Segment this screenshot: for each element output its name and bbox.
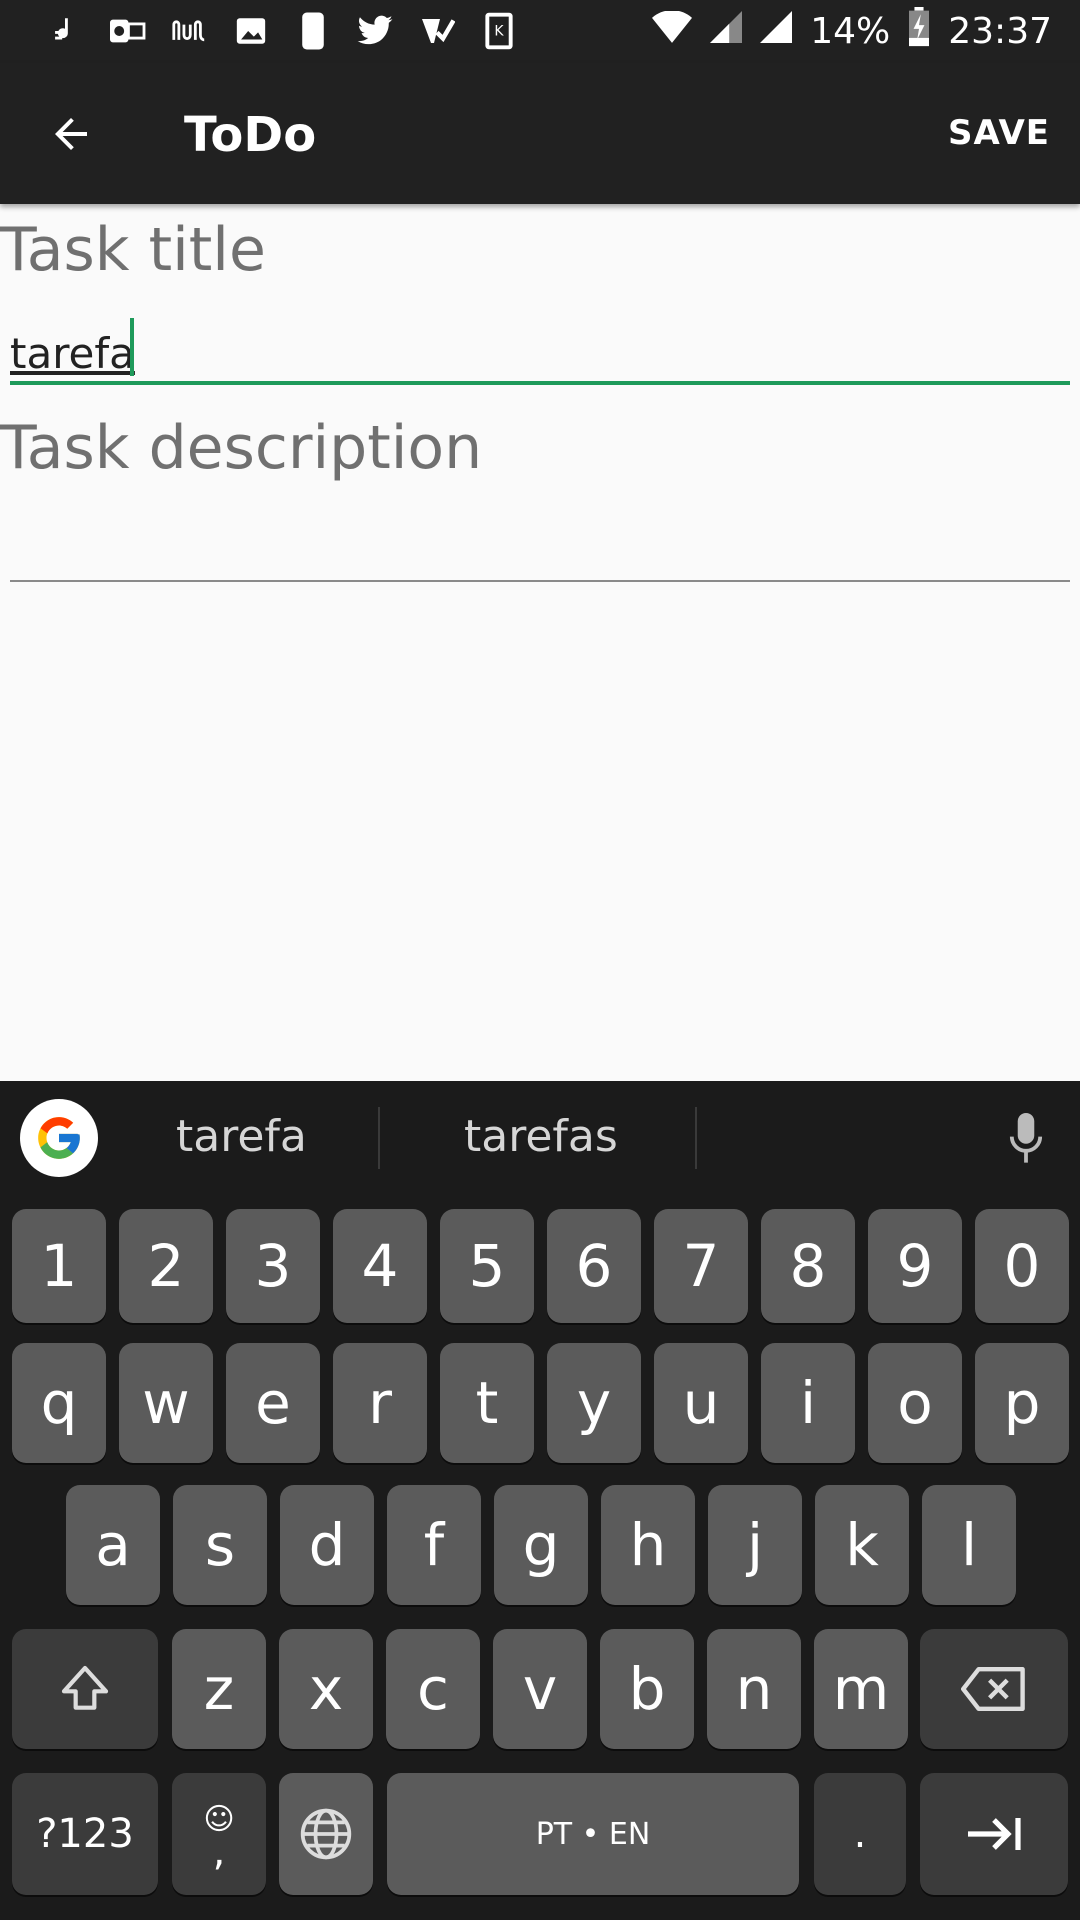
- key-digit[interactable]: 7: [654, 1209, 748, 1323]
- clock: 23:37: [948, 11, 1052, 52]
- task-description-underline: [10, 580, 1070, 582]
- save-button[interactable]: SAVE: [948, 113, 1050, 153]
- key-x[interactable]: x: [279, 1629, 373, 1749]
- key-a[interactable]: a: [66, 1485, 160, 1605]
- key-t[interactable]: t: [440, 1343, 534, 1463]
- key-digit[interactable]: 9: [868, 1209, 962, 1323]
- task-title-underline: [10, 381, 1070, 385]
- key-g[interactable]: g: [494, 1485, 588, 1605]
- key-b[interactable]: b: [600, 1629, 694, 1749]
- key-h[interactable]: h: [601, 1485, 695, 1605]
- key-digit[interactable]: 8: [761, 1209, 855, 1323]
- key-z[interactable]: z: [172, 1629, 266, 1749]
- backspace-key[interactable]: [920, 1629, 1068, 1749]
- nubank-icon: [170, 12, 208, 50]
- status-bar: K 14% 23:37: [0, 0, 1080, 63]
- signal-icon: [710, 11, 743, 52]
- shift-icon: [61, 1665, 109, 1710]
- status-right: 14% 23:37: [652, 0, 1052, 63]
- key-o[interactable]: o: [868, 1343, 962, 1463]
- outlook-icon: [108, 12, 146, 50]
- soft-keyboard: tarefa tarefas 1234567890 qwertyuiop asd…: [0, 1081, 1080, 1920]
- key-u[interactable]: u: [654, 1343, 748, 1463]
- language-key[interactable]: [279, 1773, 373, 1895]
- key-l[interactable]: l: [922, 1485, 1016, 1605]
- key-j[interactable]: j: [708, 1485, 802, 1605]
- key-k[interactable]: k: [815, 1485, 909, 1605]
- key-w[interactable]: w: [119, 1343, 213, 1463]
- key-digit[interactable]: 1: [12, 1209, 106, 1323]
- key-digit[interactable]: 4: [333, 1209, 427, 1323]
- page-title: ToDo: [184, 107, 317, 163]
- comma-label: ,: [212, 1828, 226, 1875]
- globe-icon: [300, 1808, 352, 1860]
- arrow-back-icon: [55, 118, 87, 150]
- key-f[interactable]: f: [387, 1485, 481, 1605]
- google-icon[interactable]: [20, 1099, 98, 1177]
- notification-icons: K: [46, 8, 518, 54]
- key-y[interactable]: y: [547, 1343, 641, 1463]
- twitter-icon: [356, 12, 394, 50]
- suggestion-bar: tarefa tarefas: [0, 1081, 1080, 1196]
- key-p[interactable]: p: [975, 1343, 1069, 1463]
- task-description-input[interactable]: [10, 510, 1070, 580]
- space-key[interactable]: PT • EN: [387, 1773, 799, 1895]
- svg-text:K: K: [494, 24, 504, 40]
- wifi-icon: [652, 10, 693, 52]
- task-title-label: Task title: [0, 215, 266, 285]
- text-cursor: [130, 318, 134, 376]
- key-r[interactable]: r: [333, 1343, 427, 1463]
- symbols-key[interactable]: ?123: [12, 1773, 158, 1895]
- battery-charging-icon: [908, 7, 930, 56]
- key-d[interactable]: d: [280, 1485, 374, 1605]
- music-note-icon: [46, 12, 84, 50]
- key-digit[interactable]: 5: [440, 1209, 534, 1323]
- key-q[interactable]: q: [12, 1343, 106, 1463]
- key-digit[interactable]: 3: [226, 1209, 320, 1323]
- key-m[interactable]: m: [814, 1629, 908, 1749]
- suggestion-divider: [695, 1107, 697, 1169]
- key-e[interactable]: e: [226, 1343, 320, 1463]
- backspace-icon: [961, 1667, 1025, 1711]
- suggestion-item[interactable]: tarefas: [464, 1111, 618, 1162]
- key-v[interactable]: v: [493, 1629, 587, 1749]
- key-i[interactable]: i: [761, 1343, 855, 1463]
- key-n[interactable]: n: [707, 1629, 801, 1749]
- shift-key[interactable]: [12, 1629, 158, 1749]
- tab-arrow-icon: [968, 1818, 1021, 1850]
- back-button[interactable]: [36, 99, 106, 169]
- period-key[interactable]: .: [814, 1773, 906, 1895]
- app-bar: ToDo SAVE: [0, 63, 1080, 204]
- check-tag-icon: [418, 12, 456, 50]
- key-digit[interactable]: 6: [547, 1209, 641, 1323]
- signal-icon: [760, 11, 793, 52]
- battery-percent: 14%: [810, 11, 891, 52]
- next-key[interactable]: [920, 1773, 1068, 1895]
- key-s[interactable]: s: [173, 1485, 267, 1605]
- suggestion-item[interactable]: tarefa: [176, 1111, 307, 1162]
- task-title-input[interactable]: [10, 318, 1070, 388]
- key-digit[interactable]: 0: [975, 1209, 1069, 1323]
- task-description-label: Task description: [0, 413, 483, 483]
- comma-emoji-key[interactable]: ☺ ,: [172, 1773, 266, 1895]
- moon-icon: [294, 12, 332, 50]
- suggestion-divider: [378, 1107, 380, 1169]
- key-c[interactable]: c: [386, 1629, 480, 1749]
- microphone-icon[interactable]: [998, 1109, 1054, 1169]
- kindle-icon: K: [480, 12, 518, 50]
- key-digit[interactable]: 2: [119, 1209, 213, 1323]
- image-icon: [232, 12, 270, 50]
